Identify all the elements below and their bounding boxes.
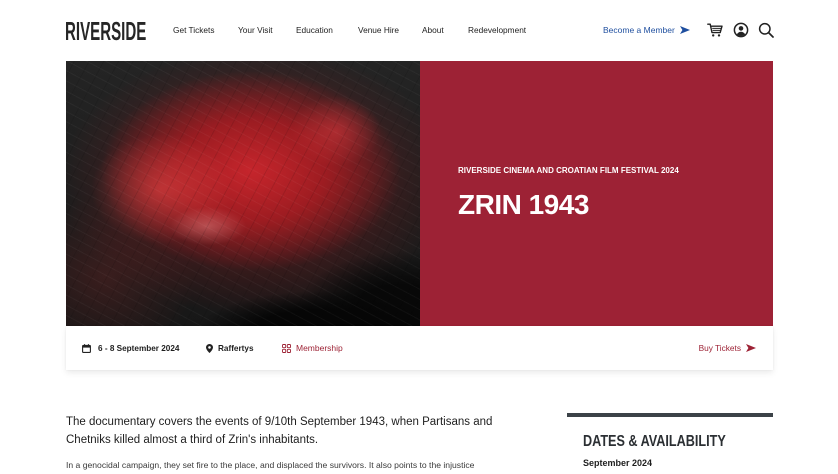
nav-venue-hire[interactable]: Venue Hire [358, 24, 399, 36]
become-member-label: Become a Member [603, 25, 675, 35]
event-venue: Raffertys [206, 326, 254, 370]
membership-label: Membership [296, 343, 343, 353]
event-description: In a genocidal campaign, they set fire t… [66, 460, 475, 470]
nav-education[interactable]: Education [296, 24, 333, 36]
hero-image [66, 61, 420, 326]
event-series-label: RIVERSIDE CINEMA AND CROATIAN FILM FESTI… [458, 166, 679, 175]
nav-about[interactable]: About [422, 24, 444, 36]
calendar-icon [82, 343, 91, 353]
nav-redevelopment[interactable]: Redevelopment [468, 24, 526, 36]
dates-availability-panel: DATES & AVAILABILITY September 2024 [567, 413, 773, 474]
availability-month: September 2024 [583, 458, 653, 468]
membership-grid-icon [282, 343, 291, 353]
event-hero: RIVERSIDE CINEMA AND CROATIAN FILM FESTI… [66, 61, 773, 326]
arrow-right-icon [679, 26, 690, 34]
buy-tickets-button[interactable]: Buy Tickets [699, 326, 756, 370]
riverside-logo[interactable]: RIVERSIDE [65, 18, 146, 44]
event-dates: 6 - 8 September 2024 [82, 326, 179, 370]
hero-panel: RIVERSIDE CINEMA AND CROATIAN FILM FESTI… [420, 61, 773, 326]
buy-tickets-label: Buy Tickets [698, 343, 741, 353]
nav-get-tickets[interactable]: Get Tickets [173, 24, 215, 36]
arrow-right-icon [746, 344, 756, 352]
nav-your-visit[interactable]: Your Visit [238, 24, 273, 36]
become-member-link[interactable]: Become a Member [603, 24, 690, 36]
search-icon[interactable] [758, 22, 774, 38]
account-icon[interactable] [733, 22, 749, 38]
event-lead-text: The documentary covers the events of 9/1… [66, 416, 493, 446]
location-pin-icon [206, 343, 213, 353]
event-dates-text: 6 - 8 September 2024 [98, 343, 180, 353]
event-title: ZRIN 1943 [458, 189, 589, 220]
cart-icon[interactable] [707, 22, 723, 38]
dates-availability-heading: DATES & AVAILABILITY [583, 433, 726, 450]
event-info-bar: 6 - 8 September 2024 Raffertys Membershi… [66, 326, 773, 370]
membership-link[interactable]: Membership [282, 326, 343, 370]
event-venue-text: Raffertys [218, 343, 254, 353]
